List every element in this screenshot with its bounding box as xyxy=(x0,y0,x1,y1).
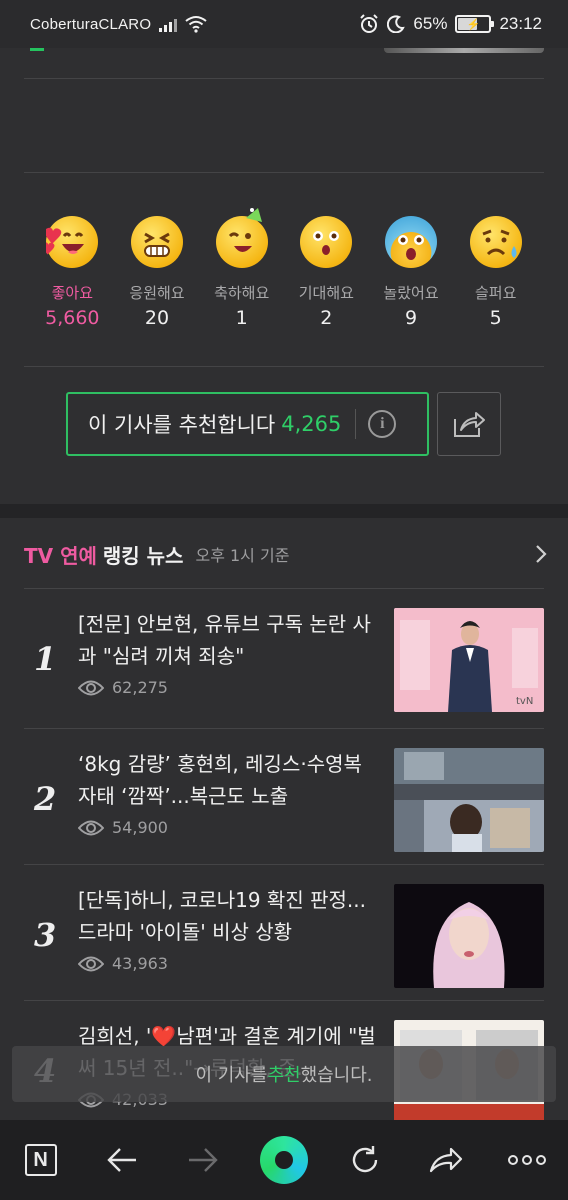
reaction-label: 축하해요 xyxy=(214,284,270,302)
recommend-label: 이 기사를 추천합니다 xyxy=(88,413,276,437)
forward-button[interactable] xyxy=(171,1128,235,1192)
ranking-thumbnail[interactable] xyxy=(394,884,544,988)
ranking-item[interactable]: 2 ‘8kg 감량’ 홍현희, 레깅스·수영복 자태 ‘깜짝’...복근도 노출… xyxy=(24,728,544,864)
toast-text-before: 이 기사를 xyxy=(195,1065,268,1086)
ranking-item[interactable]: 3 [단독]하니, 코로나19 확진 판정...드라마 '아이돌' 비상 상황 … xyxy=(24,864,544,1000)
moon-icon xyxy=(387,15,406,33)
share-button[interactable] xyxy=(437,392,501,456)
surprised-emoji-icon xyxy=(385,216,438,268)
signal-icon xyxy=(159,16,178,32)
view-count-value: 62,275 xyxy=(112,678,168,697)
bottom-navigation: N xyxy=(0,1120,568,1200)
ranking-title: 랭킹 뉴스 xyxy=(102,543,184,568)
reaction-bar: 좋아요 5,660 응원해요 20 축하해요 1 기대해요 2 놀랐어요 9 슬… xyxy=(24,208,544,329)
ranking-time: 오후 1시 기준 xyxy=(195,546,290,565)
sad-emoji-icon xyxy=(469,216,522,268)
expect-emoji-icon xyxy=(300,216,353,268)
party-emoji-icon xyxy=(215,208,268,268)
carrier-name: CoberturaCLARO xyxy=(30,15,152,33)
divider xyxy=(24,728,544,729)
more-icon xyxy=(508,1155,547,1165)
refresh-button[interactable] xyxy=(333,1128,397,1192)
reaction-count: 2 xyxy=(320,307,333,329)
ranking-category: TV 연예 xyxy=(24,543,97,568)
reaction-surprised[interactable]: 놀랐어요 9 xyxy=(369,216,454,329)
divider xyxy=(24,172,544,173)
share-icon xyxy=(430,1147,463,1173)
reaction-like[interactable]: 좋아요 5,660 xyxy=(30,216,115,329)
reaction-count: 1 xyxy=(235,307,248,329)
view-count: 54,900 xyxy=(78,818,168,837)
share-icon xyxy=(454,412,485,437)
divider xyxy=(24,864,544,865)
ranking-item-title[interactable]: [전문] 안보현, 유튜브 구독 논란 사과 "심려 끼쳐 죄송" xyxy=(78,608,378,672)
eye-icon xyxy=(78,820,104,835)
divider xyxy=(24,366,544,367)
reaction-count: 20 xyxy=(144,307,170,329)
reaction-count: 9 xyxy=(404,307,418,329)
view-count-value: 54,900 xyxy=(112,818,168,837)
reaction-congrats[interactable]: 축하해요 1 xyxy=(199,208,284,329)
back-icon xyxy=(107,1148,136,1172)
reaction-sad[interactable]: 슬퍼요 5 xyxy=(453,216,538,329)
reaction-expect[interactable]: 기대해요 2 xyxy=(284,216,369,329)
reaction-label: 놀랐어요 xyxy=(383,284,439,302)
separator xyxy=(355,409,357,439)
ranking-thumbnail[interactable] xyxy=(394,748,544,852)
toast-highlight: 추천 xyxy=(267,1065,301,1086)
alarm-icon xyxy=(360,14,379,33)
eye-icon xyxy=(78,956,104,971)
reaction-label: 슬퍼요 xyxy=(474,284,517,302)
rank-number: 3 xyxy=(34,916,57,954)
reaction-count: 5,660 xyxy=(45,307,100,329)
reaction-label: 기대해요 xyxy=(298,284,354,302)
ranking-thumbnail[interactable]: tvN xyxy=(394,608,544,712)
svg-text:tvN: tvN xyxy=(516,696,533,707)
reaction-label: 좋아요 xyxy=(51,284,94,302)
love-emoji-icon xyxy=(46,216,99,268)
previous-thumbnail[interactable] xyxy=(384,48,544,53)
previous-accent xyxy=(30,48,44,51)
ranking-header[interactable]: TV 연예 랭킹 뉴스 오후 1시 기준 xyxy=(24,536,548,572)
info-icon[interactable]: i xyxy=(368,410,397,438)
refresh-icon xyxy=(352,1146,378,1173)
green-dot-button[interactable] xyxy=(252,1128,316,1192)
clock: 23:12 xyxy=(499,14,542,33)
previous-article-tail xyxy=(0,48,568,78)
wifi-icon xyxy=(185,16,207,33)
naver-icon: N xyxy=(24,1144,57,1176)
recommend-count: 4,265 xyxy=(281,412,342,436)
rank-number: 1 xyxy=(34,640,57,678)
view-count: 43,963 xyxy=(78,954,168,973)
eye-icon xyxy=(78,680,104,695)
ranking-item-title[interactable]: [단독]하니, 코로나19 확진 판정...드라마 '아이돌' 비상 상황 xyxy=(78,884,378,948)
ranking-item[interactable]: 1 [전문] 안보현, 유튜브 구독 논란 사과 "심려 끼쳐 죄송" 62,2… xyxy=(24,588,544,724)
recommend-button[interactable]: 이 기사를 추천합니다 4,265 i xyxy=(66,392,429,456)
battery-icon: ⚡ xyxy=(455,15,495,33)
battery-percent: 65% xyxy=(413,14,448,33)
toast-message: 이 기사를 추천 했습니다. xyxy=(12,1046,556,1102)
chevron-right-icon[interactable] xyxy=(534,543,548,565)
toast-text-after: 했습니다. xyxy=(300,1065,373,1086)
section-gap xyxy=(0,504,568,518)
ranking-item-title[interactable]: ‘8kg 감량’ 홍현희, 레깅스·수영복 자태 ‘깜짝’...복근도 노출 xyxy=(78,748,378,812)
home-button[interactable]: N xyxy=(9,1128,73,1192)
view-count: 62,275 xyxy=(78,678,168,697)
forward-icon xyxy=(188,1148,218,1172)
reaction-label: 응원해요 xyxy=(129,284,185,302)
divider xyxy=(24,588,544,589)
reaction-count: 5 xyxy=(489,307,502,329)
rank-number: 2 xyxy=(34,780,57,818)
green-dot-icon xyxy=(259,1136,308,1184)
view-count-value: 43,963 xyxy=(112,954,168,973)
reaction-cheer[interactable]: 응원해요 20 xyxy=(115,216,200,329)
share-nav-button[interactable] xyxy=(414,1128,478,1192)
divider xyxy=(24,78,544,79)
more-button[interactable] xyxy=(495,1128,559,1192)
status-bar: CoberturaCLARO 65% ⚡ 23:12 xyxy=(0,0,568,48)
cheer-emoji-icon xyxy=(131,216,183,268)
divider xyxy=(24,1000,544,1001)
back-button[interactable] xyxy=(90,1128,154,1192)
